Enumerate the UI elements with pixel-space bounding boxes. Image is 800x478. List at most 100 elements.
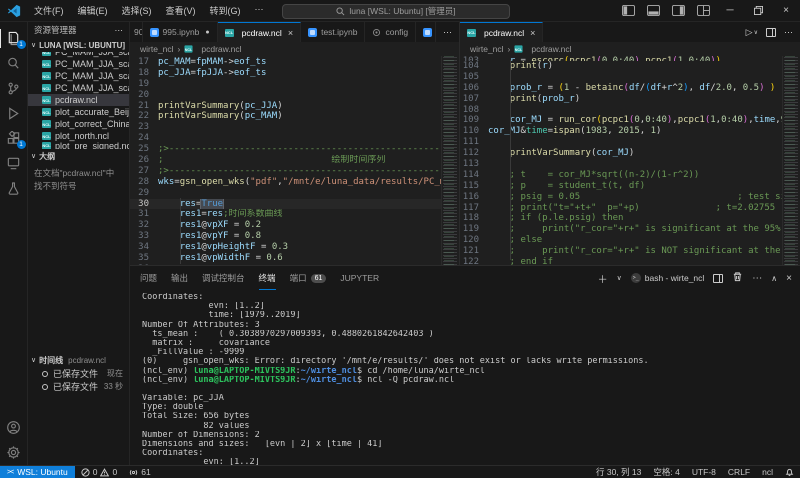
toggle-secondary-sidebar-icon[interactable]	[672, 5, 685, 16]
terminal-output[interactable]: Coordinates: evn: [1..2] time: [1979..20…	[130, 290, 800, 465]
editor-tab[interactable]: NCLpcdraw.ncl×	[218, 22, 301, 42]
panel-tab[interactable]: 输出	[171, 266, 188, 290]
activitybar-testing[interactable]	[0, 176, 28, 201]
code-line: 117 ; print("t="+t+" p="+p) ; t=2.02755 …	[460, 203, 782, 214]
ncl-file-icon: NCL	[185, 45, 193, 52]
code-text	[488, 137, 782, 148]
terminal-line: _FillValue : -9999	[142, 348, 800, 357]
activitybar-run-debug[interactable]	[0, 101, 28, 126]
account-button[interactable]	[0, 415, 28, 440]
terminal-profile-dropdown-icon[interactable]: ∨	[617, 274, 622, 282]
minimap[interactable]	[782, 56, 800, 265]
panel-tab[interactable]: 问题	[140, 266, 157, 290]
chevron-down-icon: ∨	[31, 41, 36, 49]
panel-tab[interactable]: JUPYTER	[340, 266, 379, 290]
run-file-button[interactable]: ▷ ∨	[746, 27, 758, 38]
editor-tab[interactable]: 995.ipynb●	[143, 22, 218, 42]
menu-item[interactable]: 文件(F)	[27, 4, 71, 17]
file-tree-item[interactable]: NCLPC_MAM_JJA_scatter_...	[28, 70, 129, 82]
new-terminal-icon[interactable]: ＋	[598, 271, 608, 286]
notifications-bell[interactable]	[779, 468, 800, 477]
problems-status[interactable]: 0 0	[75, 467, 123, 477]
editor-more-actions-icon[interactable]: ⋯	[784, 27, 793, 38]
forwarded-ports-status[interactable]: 61	[123, 467, 156, 477]
breadcrumb-file[interactable]: pcdraw.ncl	[531, 44, 571, 54]
toggle-panel-icon[interactable]	[647, 5, 660, 16]
activitybar-explorer[interactable]: 1	[0, 26, 28, 51]
menu-item[interactable]: ⋯	[248, 4, 271, 17]
editor-tab[interactable]: 90	[130, 22, 143, 42]
file-tree-item[interactable]: NCLplot_correct_Chinama...	[28, 118, 129, 130]
timeline-section-header[interactable]: ∨ 时间线 pcdraw.ncl	[28, 353, 129, 367]
code-editor-left[interactable]: 17pc_MAM=fpMAM->eof_ts18pc_JJA=fpJJA->eo…	[130, 56, 441, 265]
terminal-line	[142, 385, 800, 394]
split-editor-icon[interactable]	[766, 28, 776, 37]
terminal-list-entry[interactable]: >_ bash - wirte_ncl	[631, 273, 705, 283]
activitybar-search[interactable]	[0, 51, 28, 76]
panel-tab[interactable]: 端口61	[290, 266, 327, 290]
code-line: 106 prob_r = (1 - betainc(df/(df+r^2), d…	[460, 83, 782, 94]
editor-tab[interactable]	[416, 22, 436, 42]
editor-tab[interactable]: config	[365, 22, 416, 42]
minimize-button[interactable]: ─	[716, 0, 744, 22]
close-tab-icon[interactable]: ×	[288, 28, 293, 38]
toggle-sidebar-icon[interactable]	[622, 5, 635, 16]
outline-section-header[interactable]: ∨ 大纲	[28, 149, 129, 163]
restore-button[interactable]	[744, 0, 772, 22]
ports-count: 61	[141, 467, 150, 477]
panel-tab[interactable]: 调试控制台	[202, 266, 245, 290]
activitybar-source-control[interactable]	[0, 76, 28, 101]
more-tabs-icon[interactable]: ⋯	[443, 27, 452, 38]
line-number: 118	[460, 213, 488, 224]
editor-tab[interactable]: test.ipynb	[301, 22, 365, 42]
cursor-position-status[interactable]: 行 30, 列 13	[590, 466, 647, 478]
warning-count: 0	[112, 467, 117, 477]
remote-indicator[interactable]: >< WSL: Ubuntu	[0, 466, 75, 478]
code-text	[158, 133, 441, 144]
menu-bar: 文件(F)编辑(E)选择(S)查看(V)转到(G)⋯	[27, 4, 271, 17]
command-center[interactable]: luna [WSL: Ubuntu] [管理员]	[282, 4, 510, 19]
explorer-section-header[interactable]: ∨ LUNA [WSL: UBUNTU]	[28, 38, 129, 52]
breadcrumb-separator-icon: ›	[178, 44, 181, 54]
settings-gear-button[interactable]	[0, 440, 28, 465]
panel-tab[interactable]: 终端	[259, 266, 276, 290]
activitybar-remote-explorer[interactable]	[0, 151, 28, 176]
file-tree-item[interactable]: NCLPC_MAM_JJA_scatter_...	[28, 58, 129, 70]
eol-status[interactable]: CRLF	[722, 467, 756, 477]
code-text: ; 绘制时间序列	[158, 155, 441, 166]
indentation-status[interactable]: 空格: 4	[647, 466, 685, 478]
editor-tab[interactable]: NCLpcdraw.ncl×	[460, 22, 543, 42]
menu-item[interactable]: 编辑(E)	[71, 4, 115, 17]
file-tree-item[interactable]: NCLplot_accurate_Beijing...	[28, 106, 129, 118]
activitybar-extensions[interactable]: 1	[0, 126, 28, 151]
maximize-panel-icon[interactable]: ∧	[771, 274, 777, 283]
breadcrumb-file[interactable]: pcdraw.ncl	[201, 44, 241, 54]
file-tree-item[interactable]: NCLpcdraw.ncl	[28, 94, 129, 106]
file-tree-item[interactable]: NCLPC_MAM_JJA_scatter...	[28, 82, 129, 94]
breadcrumb-folder[interactable]: wirte_ncl	[470, 44, 504, 54]
breadcrumb-folder[interactable]: wirte_ncl	[140, 44, 174, 54]
menu-item[interactable]: 选择(S)	[115, 4, 159, 17]
encoding-status[interactable]: UTF-8	[686, 467, 722, 477]
close-tab-icon[interactable]: ×	[530, 28, 535, 38]
code-editor-right[interactable]: 103 r = escorc(pcpc1(0,0:40),pcpc1(1,0:4…	[460, 56, 782, 265]
minimap[interactable]	[441, 56, 459, 265]
file-tree-item[interactable]: NCLplot_north.ncl	[28, 130, 129, 142]
split-terminal-icon[interactable]	[713, 274, 723, 283]
panel-more-actions-icon[interactable]: ⋯	[752, 273, 762, 284]
timeline-item[interactable]: 已保存文件现在	[28, 367, 129, 380]
menu-item[interactable]: 查看(V)	[159, 4, 203, 17]
customize-layout-icon[interactable]	[697, 5, 710, 16]
sidebar-more-actions-icon[interactable]: ⋯	[115, 25, 124, 36]
panel-tab-label: JUPYTER	[340, 273, 379, 283]
timeline-item[interactable]: 已保存文件33 秒	[28, 380, 129, 393]
dirty-indicator-icon[interactable]: ●	[205, 29, 209, 36]
kill-terminal-icon[interactable]	[732, 271, 743, 285]
close-panel-icon[interactable]: ×	[786, 273, 792, 284]
menu-item[interactable]: 转到(G)	[203, 4, 248, 17]
file-tree-item[interactable]: NCLplot_pre_signed.ncl	[28, 142, 129, 149]
line-number: 108	[460, 105, 488, 116]
language-mode-status[interactable]: ncl	[756, 467, 779, 477]
close-window-button[interactable]: ×	[772, 0, 800, 22]
terminal-line: evn: [1..2]	[142, 458, 800, 465]
